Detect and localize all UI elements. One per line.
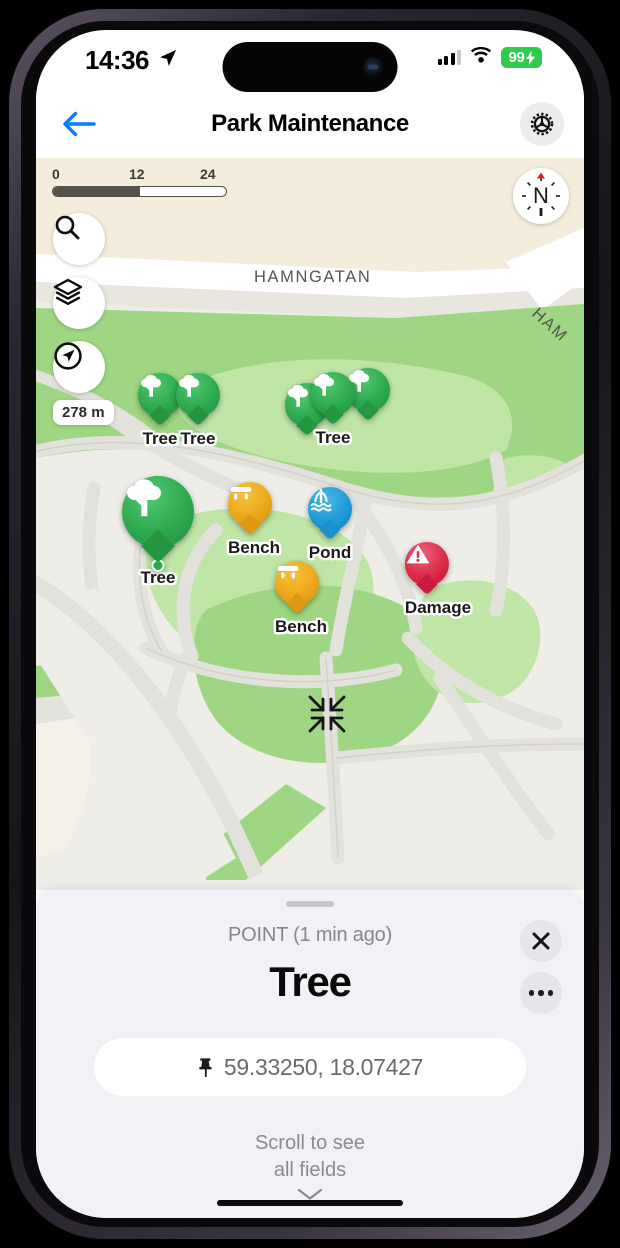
scroll-hint-line-1: Scroll to see: [254, 1132, 366, 1154]
coordinate-value: 59.33250, 18.07427: [223, 1053, 424, 1080]
map-marker-tree[interactable]: Tree: [176, 373, 220, 449]
home-indicator: [217, 1200, 403, 1206]
marker-pin: [308, 487, 352, 531]
scroll-hint[interactable]: Scroll to see all fields: [36, 1130, 584, 1206]
battery-icon: 99: [501, 47, 546, 68]
battery-percentage: 99: [508, 49, 525, 66]
marker-pin: [275, 561, 320, 605]
screenshot-stage: 14:36 99 Park Maintenance HAMNGATAN HAM …: [0, 0, 620, 1248]
compass-ticks-icon: [522, 172, 560, 216]
map-marker-bench[interactable]: Bench: [228, 482, 280, 558]
tree-icon: [179, 375, 199, 397]
marker-anchor-dot: [151, 559, 165, 572]
location-arrow-icon: [158, 48, 178, 73]
marker-pin: [311, 372, 355, 416]
more-options-button[interactable]: [520, 972, 562, 1014]
marker-pin-selected: [122, 476, 194, 572]
marker-label: Tree: [180, 429, 216, 448]
map-distance-badge: 278 m: [53, 400, 114, 425]
warning-icon: [406, 544, 430, 564]
map-marker-tree[interactable]: Tree: [311, 372, 355, 448]
marker-pin: [228, 482, 273, 526]
map-scale-bar: 0 12 24 m: [52, 166, 227, 198]
sheet-title: Tree: [269, 958, 352, 1005]
settings-button[interactable]: [520, 102, 564, 146]
cellular-bars-icon: [437, 50, 461, 65]
sheet-drag-handle[interactable]: [286, 901, 334, 907]
detail-bottom-sheet[interactable]: POINT (1 min ago) Tree 59.33250, 18.0742…: [36, 890, 584, 1218]
charging-bolt-icon: [525, 50, 535, 65]
marker-label: Bench: [275, 617, 327, 636]
marker-label: Pond: [308, 543, 352, 562]
locate-arrow-icon: [54, 342, 82, 370]
marker-label: Bench: [228, 538, 280, 557]
street-label-hamngatan: HAMNGATAN: [254, 268, 372, 286]
phone-screen: 14:36 99 Park Maintenance HAMNGATAN HAM …: [36, 30, 584, 1218]
tree-icon: [141, 375, 161, 397]
marker-pin: [404, 542, 449, 586]
map-marker-bench[interactable]: Bench: [275, 561, 327, 637]
status-bar-time: 14:36: [85, 45, 150, 75]
page-title: Park Maintenance: [211, 110, 409, 137]
marker-label: Damage: [404, 598, 472, 617]
map-marker-damage[interactable]: Damage: [404, 542, 472, 618]
tree-icon: [288, 385, 308, 407]
dynamic-island: [222, 42, 398, 92]
fountain-icon: [310, 488, 332, 512]
marker-label: Tree: [315, 428, 351, 447]
navigation-bar: Park Maintenance: [36, 90, 584, 158]
map-layers-button[interactable]: [53, 277, 105, 329]
scale-bar-track: [52, 186, 227, 197]
front-camera-icon: [363, 57, 383, 77]
pushpin-icon: [199, 1058, 212, 1077]
layers-icon: [53, 278, 83, 305]
map-locate-button[interactable]: [53, 341, 105, 393]
map-search-button[interactable]: [53, 213, 105, 265]
map-marker-tree-selected[interactable]: Tree: [122, 476, 194, 588]
close-icon: [532, 932, 550, 950]
marker-pin: [176, 373, 220, 417]
map-view[interactable]: HAMNGATAN HAM 0 12 24 m: [36, 158, 584, 890]
sheet-kicker: POINT (1 min ago): [227, 924, 393, 946]
status-bar-indicators: 99: [437, 47, 546, 68]
wifi-icon: [470, 47, 492, 68]
map-marker-pond[interactable]: Pond: [308, 487, 352, 563]
coordinate-field[interactable]: 59.33250, 18.07427: [94, 1038, 526, 1096]
search-icon: [55, 215, 80, 240]
gear-icon: [530, 112, 554, 136]
tree-icon: [127, 479, 161, 517]
scale-label-start: 0: [52, 166, 60, 182]
bench-icon: [230, 487, 252, 500]
scroll-hint-line-2: all fields: [273, 1159, 347, 1181]
scale-label-mid: 12: [129, 166, 145, 182]
bench-icon: [277, 566, 299, 579]
close-button[interactable]: [520, 920, 562, 962]
tree-icon: [314, 374, 334, 396]
compass-button[interactable]: N: [513, 168, 569, 224]
more-options-icon: [528, 990, 554, 996]
